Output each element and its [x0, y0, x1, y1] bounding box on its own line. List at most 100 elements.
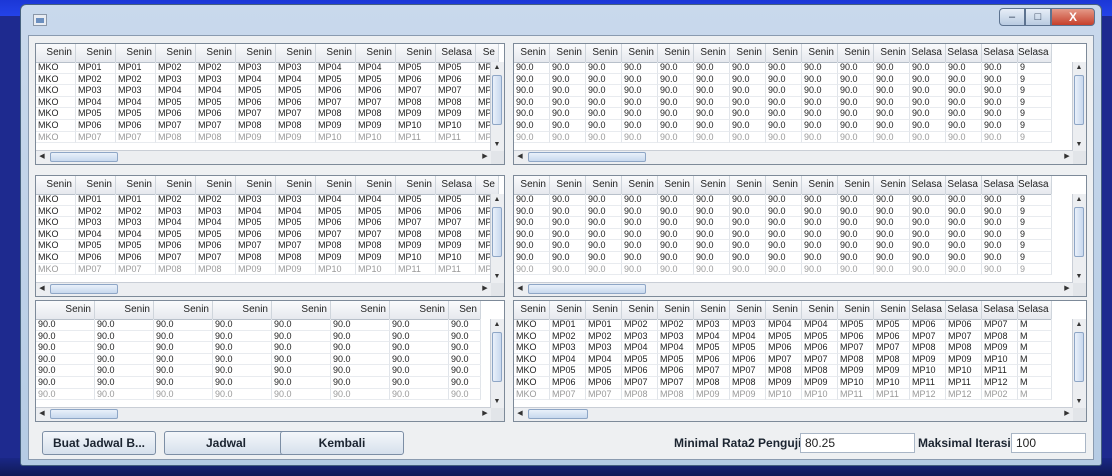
table-cell[interactable]: MP01	[116, 194, 156, 206]
column-header[interactable]: Senin	[116, 44, 156, 62]
table-cell[interactable]: 90.0	[514, 228, 550, 241]
column-header[interactable]: Senin	[622, 301, 658, 319]
table-cell[interactable]: 90.0	[550, 194, 586, 206]
table-cell[interactable]: MP09	[838, 365, 874, 377]
column-header[interactable]: Senin	[766, 44, 802, 62]
column-header[interactable]: Senin	[76, 44, 116, 62]
table-cell[interactable]: 90.0	[154, 365, 213, 377]
table-cell[interactable]: MP08	[436, 228, 476, 241]
table-cell[interactable]: 90.0	[946, 96, 982, 109]
max-iterasi-input[interactable]: 100	[1011, 433, 1086, 453]
table-cell[interactable]: MP05	[802, 330, 838, 343]
table-cell[interactable]: 90.0	[622, 85, 658, 97]
table-cell[interactable]: MP03	[730, 319, 766, 331]
table-cell[interactable]: MP07	[316, 96, 356, 109]
horizontal-scrollbar[interactable]: ◀ ▶	[514, 407, 1073, 421]
horizontal-scrollbar[interactable]: ◀ ▶	[514, 282, 1073, 296]
table-cell[interactable]: MKO	[36, 251, 76, 264]
table-cell[interactable]: 90.0	[449, 342, 481, 354]
table-cell[interactable]: MP06	[196, 108, 236, 120]
table-cell[interactable]: MP08	[802, 365, 838, 377]
column-header[interactable]: Senin	[316, 44, 356, 62]
table-cell[interactable]: MP06	[802, 342, 838, 354]
table-cell[interactable]: 9	[1018, 263, 1052, 276]
table-cell[interactable]: 90.0	[946, 240, 982, 252]
table-cell[interactable]: 90.0	[622, 228, 658, 241]
table-cell[interactable]: 9	[1018, 251, 1052, 264]
column-header[interactable]: Senin	[36, 44, 76, 62]
table-cell[interactable]: 90.0	[514, 119, 550, 132]
table-cell[interactable]: MP07	[276, 240, 316, 252]
table-cell[interactable]: 90.0	[802, 217, 838, 229]
table-cell[interactable]: 90.0	[910, 85, 946, 97]
table-row[interactable]: MKO MP07 MP07 MP08 MP08 MP09 MP09 MP10 MP10 MP11 M…	[514, 388, 1052, 401]
table-cell[interactable]: 90.0	[874, 131, 910, 144]
table-cell[interactable]: 90.0	[586, 263, 622, 276]
table-cell[interactable]: MP09	[874, 365, 910, 377]
table-cell[interactable]: 90.0	[658, 62, 694, 74]
table-cell[interactable]: MP09	[730, 388, 766, 401]
minimize-button[interactable]: –	[999, 8, 1025, 26]
table-cell[interactable]: MP05	[622, 353, 658, 366]
table-cell[interactable]: 90.0	[946, 108, 982, 120]
table-cell[interactable]: MP06	[622, 365, 658, 377]
table-cell[interactable]: 90.0	[449, 330, 481, 343]
table-cell[interactable]: 90.0	[946, 62, 982, 74]
table-cell[interactable]: 90.0	[982, 108, 1018, 120]
table-cell[interactable]: 90.0	[586, 62, 622, 74]
table-cell[interactable]: MP09	[946, 353, 982, 366]
vertical-scroll-thumb[interactable]	[1074, 207, 1084, 257]
table-cell[interactable]: MP01	[76, 62, 116, 74]
table-cell[interactable]: 90.0	[622, 119, 658, 132]
table-cell[interactable]: MP08	[156, 263, 196, 276]
table-cell[interactable]: 90.0	[390, 342, 449, 354]
table-cell[interactable]: MP04	[766, 319, 802, 331]
table-cell[interactable]: 90.0	[982, 217, 1018, 229]
column-header[interactable]: Senin	[586, 176, 622, 194]
table-cell[interactable]: MP09	[276, 131, 316, 144]
table-cell[interactable]: 90.0	[694, 62, 730, 74]
table-cell[interactable]: 90.0	[272, 365, 331, 377]
column-header[interactable]: Senin	[874, 176, 910, 194]
table-cell[interactable]: 90.0	[730, 263, 766, 276]
horizontal-scroll-thumb[interactable]	[50, 284, 118, 294]
column-header[interactable]: Senin	[356, 176, 396, 194]
table-cell[interactable]: MP05	[196, 228, 236, 241]
table-row[interactable]: 90.0 90.0 90.0 90.0 90.0 90.0 90.0 90.0 90.0 90.0…	[514, 240, 1052, 252]
table-cell[interactable]: 90.0	[730, 240, 766, 252]
table-cell[interactable]: MP03	[76, 217, 116, 229]
table-cell[interactable]: MP03	[116, 217, 156, 229]
table-cell[interactable]: 90.0	[766, 205, 802, 218]
vertical-scroll-thumb[interactable]	[492, 332, 502, 382]
table-cell[interactable]: 90.0	[910, 96, 946, 109]
horizontal-scroll-thumb[interactable]	[50, 409, 118, 419]
table-cell[interactable]: 90.0	[449, 319, 481, 331]
table-cell[interactable]: 90.0	[946, 119, 982, 132]
table-cell[interactable]: 90.0	[730, 194, 766, 206]
table-cell[interactable]: MP02	[156, 194, 196, 206]
table-cell[interactable]: 90.0	[730, 228, 766, 241]
table-row[interactable]: MKO MP06 MP06 MP07 MP07 MP08 MP08 MP09 MP09 MP10 M…	[36, 251, 499, 264]
table-cell[interactable]: 90.0	[694, 217, 730, 229]
table-cell[interactable]: MP02	[116, 73, 156, 86]
table-row[interactable]: 90.0 90.0 90.0 90.0 90.0 90.0 90.0 90.0 90.0 90.0…	[514, 263, 1052, 276]
table-cell[interactable]: MKO	[36, 205, 76, 218]
table-cell[interactable]: MP08	[196, 131, 236, 144]
table-cell[interactable]: MP07	[356, 228, 396, 241]
table-cell[interactable]: 90.0	[910, 131, 946, 144]
table-cell[interactable]: 90.0	[982, 62, 1018, 74]
horizontal-scrollbar[interactable]: ◀ ▶	[36, 407, 491, 421]
table-cell[interactable]: 90.0	[802, 228, 838, 241]
table-cell[interactable]: MP02	[982, 388, 1018, 401]
table-cell[interactable]: MP05	[156, 228, 196, 241]
column-header[interactable]: Senin	[730, 176, 766, 194]
table-cell[interactable]: 90.0	[982, 73, 1018, 86]
column-header[interactable]: Senin	[272, 301, 331, 319]
table-cell[interactable]: MP08	[156, 131, 196, 144]
table-cell[interactable]: 90.0	[213, 319, 272, 331]
table-cell[interactable]: MP06	[396, 73, 436, 86]
table-cell[interactable]: 90.0	[802, 62, 838, 74]
table-cell[interactable]: MP06	[586, 376, 622, 389]
table-cell[interactable]: MP10	[766, 388, 802, 401]
scroll-down-arrow-icon[interactable]: ▼	[1073, 271, 1085, 283]
